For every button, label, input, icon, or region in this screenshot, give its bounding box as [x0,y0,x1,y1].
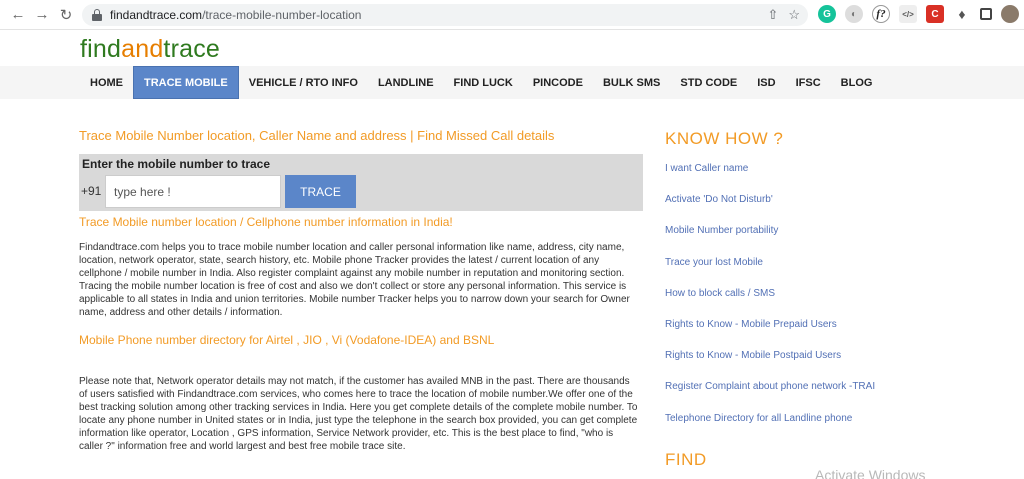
side-panel-icon[interactable] [980,8,992,20]
url-path: /trace-mobile-number-location [202,8,362,22]
reload-icon[interactable]: ↻ [56,5,76,25]
sidebar-link-prepaid-rights[interactable]: Rights to Know - Mobile Prepaid Users [665,319,965,350]
activate-windows-watermark: Activate Windows [815,467,926,479]
nav-landline[interactable]: LANDLINE [368,66,444,99]
logo-and: and [121,35,164,63]
profile-avatar-icon[interactable] [1001,5,1019,23]
nav-vehicle-rto-info[interactable]: VEHICLE / RTO INFO [239,66,368,99]
logo-trace: trace [163,35,221,63]
search-panel: Enter the mobile number to trace +91 TRA… [79,154,643,211]
share-icon[interactable]: ⇧ [767,7,778,23]
browser-toolbar: ← → ↻ findandtrace.com/trace-mobile-numb… [0,0,1024,30]
url-text[interactable]: findandtrace.com/trace-mobile-number-loc… [110,8,361,22]
know-how-heading: KNOW HOW ? [665,129,784,148]
nav-pincode[interactable]: PINCODE [523,66,593,99]
sidebar-link-caller-name[interactable]: I want Caller name [665,163,965,194]
know-how-links: I want Caller name Activate 'Do Not Dist… [665,163,965,444]
sidebar-link-landline-directory[interactable]: Telephone Directory for all Landline pho… [665,413,965,444]
sidebar-link-lost-mobile[interactable]: Trace your lost Mobile [665,257,965,288]
sidebar-link-dnd[interactable]: Activate 'Do Not Disturb' [665,194,965,225]
lock-icon[interactable] [92,9,102,21]
bookmark-star-icon[interactable]: ☆ [788,7,800,23]
country-code-prefix: +91 [81,184,102,198]
directory-title: Mobile Phone number directory for Airtel… [79,333,495,347]
sidebar-link-trai-complaint[interactable]: Register Complaint about phone network -… [665,381,965,412]
trace-button[interactable]: TRACE [285,175,356,208]
logo-find: find [80,35,122,63]
notice-paragraph: Please note that, Network operator detai… [79,376,638,452]
forward-arrow-icon[interactable]: → [32,5,52,25]
nav-ifsc[interactable]: IFSC [786,66,831,99]
extensions-puzzle-icon[interactable]: ♦ [953,5,971,23]
code-extension-icon[interactable]: </> [899,5,917,23]
grammarly-extension-icon[interactable]: G [818,5,836,23]
url-domain: findandtrace.com [110,8,203,22]
nav-find-luck[interactable]: FIND LUCK [444,66,523,99]
site-logo[interactable]: findandtrace [80,35,220,64]
red-extension-icon[interactable]: C [926,5,944,23]
nav-trace-mobile[interactable]: TRACE MOBILE [133,66,239,99]
nav-blog[interactable]: BLOG [831,66,883,99]
find-heading: FIND [665,450,707,469]
sidebar-link-postpaid-rights[interactable]: Rights to Know - Mobile Postpaid Users [665,350,965,381]
main-navigation: HOME TRACE MOBILE VEHICLE / RTO INFO LAN… [80,66,882,99]
dark-mode-extension-icon[interactable]: ◐ [845,5,863,23]
nav-isd[interactable]: ISD [747,66,785,99]
back-arrow-icon[interactable]: ← [8,5,28,25]
nav-bulk-sms[interactable]: BULK SMS [593,66,670,99]
nav-std-code[interactable]: STD CODE [670,66,747,99]
sidebar-link-block-calls[interactable]: How to block calls / SMS [665,288,965,319]
address-bar[interactable]: findandtrace.com/trace-mobile-number-loc… [82,4,808,26]
intro-paragraph: Findandtrace.com helps you to trace mobi… [79,242,630,318]
formula-extension-icon[interactable]: f? [872,5,890,23]
nav-home[interactable]: HOME [80,66,133,99]
section-subtitle: Trace Mobile number location / Cellphone… [79,215,453,229]
search-label: Enter the mobile number to trace [82,157,271,171]
mobile-number-input[interactable] [105,175,281,208]
sidebar-link-portability[interactable]: Mobile Number portability [665,225,965,256]
page-title: Trace Mobile Number location, Caller Nam… [79,128,555,143]
